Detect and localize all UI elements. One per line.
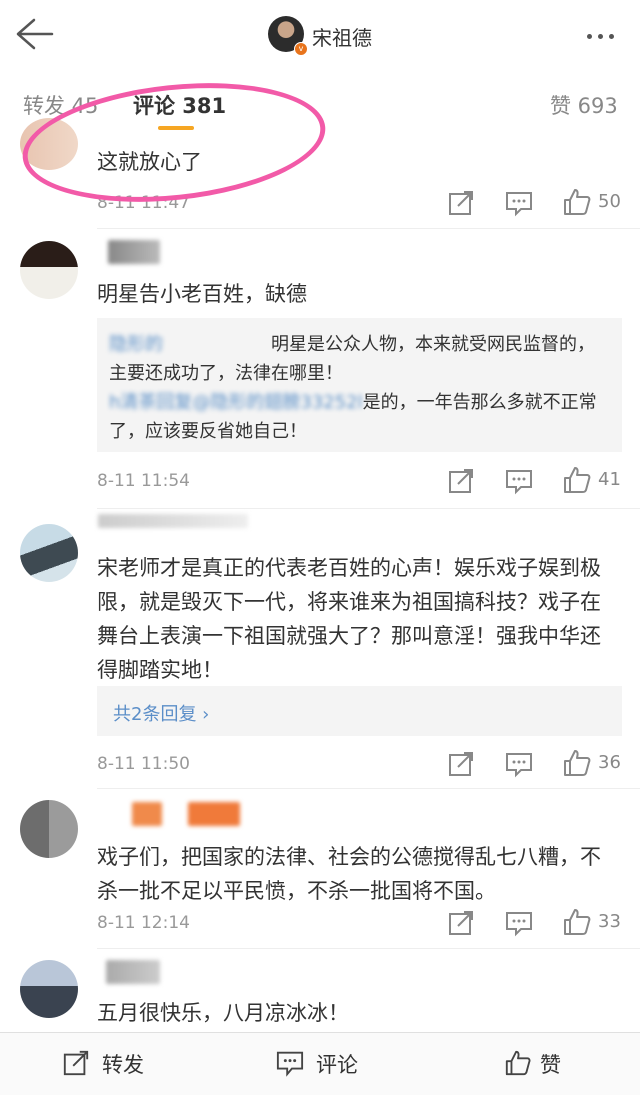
repost-icon[interactable] — [446, 188, 476, 218]
comment-text: 明星告小老百姓，缺德 — [97, 282, 307, 306]
commenter-avatar[interactable] — [20, 241, 78, 299]
reply-box[interactable]: 共2条回复 › — [97, 686, 622, 736]
comment-button[interactable]: 评论 — [316, 1049, 358, 1079]
tab-bar: 转发 45 评论 381 赞 693 — [0, 68, 640, 134]
like-icon[interactable] — [562, 465, 592, 495]
commenter-avatar[interactable] — [20, 524, 78, 582]
comment-text: 这就放心了 — [97, 150, 202, 174]
back-arrow-icon[interactable] — [14, 16, 54, 52]
divider — [97, 508, 640, 509]
active-tab-indicator — [158, 126, 194, 130]
comment-icon[interactable] — [504, 466, 534, 496]
tab-comments[interactable]: 评论 381 — [133, 90, 226, 120]
commenter-avatar[interactable] — [20, 800, 78, 858]
bottom-action-bar: 转发 评论 赞 — [0, 1032, 640, 1095]
view-replies-link[interactable]: 共2条回复 › — [113, 700, 209, 726]
tab-likes[interactable]: 赞 693 — [550, 90, 618, 120]
top-bar: v 宋祖德 — [0, 0, 640, 69]
like-count: 36 — [598, 752, 621, 773]
commenter-name[interactable] — [132, 802, 162, 826]
like-count: 50 — [598, 191, 621, 212]
verified-badge-icon: v — [294, 42, 308, 56]
comment-time: 8-11 12:14 — [97, 913, 190, 933]
comment-icon[interactable] — [504, 749, 534, 779]
comment-text: 宋老师才是真正的代表老百姓的心声！娱乐戏子娱到极限，就是毁灭下一代，将来谁来为祖… — [97, 556, 601, 682]
repost-button[interactable]: 转发 — [102, 1049, 144, 1079]
divider — [97, 788, 640, 789]
comment-icon[interactable] — [504, 188, 534, 218]
more-options-icon[interactable] — [587, 24, 627, 44]
page-title[interactable]: 宋祖德 — [312, 22, 372, 51]
comment-text: 五月很快乐，八月凉冰冰！ — [97, 1001, 349, 1025]
comment-time: 8-11 11:50 — [97, 754, 190, 774]
comment-time: 8-11 11:47 — [97, 193, 190, 213]
repost-icon[interactable] — [446, 749, 476, 779]
comment-icon[interactable] — [276, 1049, 304, 1077]
like-count: 41 — [598, 469, 621, 490]
like-icon[interactable] — [562, 748, 592, 778]
repost-icon[interactable] — [446, 466, 476, 496]
reply-text: 明星是公众人物，本来就受网民监督的，主要还成功了，法律在哪里！ — [109, 334, 595, 384]
tab-repost[interactable]: 转发 45 — [23, 90, 98, 120]
like-icon[interactable] — [562, 907, 592, 937]
commenter-avatar[interactable] — [20, 960, 78, 1018]
comment-text: 戏子们，把国家的法律、社会的公德搅得乱七八糟，不杀一批不足以平民愤，不杀一批国将… — [97, 845, 601, 903]
reply-item: 隐形的 明星是公众人物，本来就受网民监督的，主要还成功了，法律在哪里！ — [109, 330, 609, 388]
commenter-name[interactable] — [106, 960, 160, 984]
reply-item: h清茶回复@隐形的翅膀33252l是的，一年告那么多就不正常了，应该要反省她自己… — [109, 388, 609, 446]
comment-icon[interactable] — [504, 908, 534, 938]
commenter-name[interactable] — [108, 240, 160, 264]
like-icon[interactable] — [562, 187, 592, 217]
like-button[interactable]: 赞 — [540, 1049, 561, 1079]
like-icon[interactable] — [504, 1049, 532, 1077]
divider — [97, 228, 640, 229]
divider — [97, 948, 640, 949]
repost-icon[interactable] — [62, 1049, 90, 1077]
like-count: 33 — [598, 911, 621, 932]
commenter-name[interactable] — [188, 802, 240, 826]
reply-author[interactable]: h清茶回复@隐形的翅膀33252l — [109, 392, 363, 413]
reply-author[interactable]: 隐形的 — [109, 334, 163, 355]
comment-time: 8-11 11:54 — [97, 471, 190, 491]
reply-box[interactable]: 隐形的 明星是公众人物，本来就受网民监督的，主要还成功了，法律在哪里！ h清茶回复… — [97, 318, 622, 452]
commenter-name[interactable] — [98, 514, 248, 528]
repost-icon[interactable] — [446, 908, 476, 938]
commenter-avatar[interactable] — [20, 118, 78, 170]
